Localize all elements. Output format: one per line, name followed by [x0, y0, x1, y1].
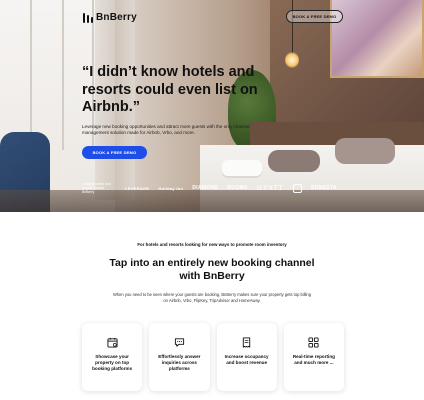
feature-card: Increase occupancy and boost revenue	[216, 323, 277, 391]
partner-logo-mark	[292, 183, 302, 193]
partner-logo: ROOMS	[227, 185, 248, 191]
feature-label: Increase occupancy and boost revenue	[224, 354, 269, 365]
feature-card: Real-time reporting and much more ...	[283, 323, 344, 391]
partner-logos: Leading hotels and resorts choose BnBerr…	[82, 180, 344, 196]
section-eyebrow: For hotels and resorts looking for new w…	[137, 242, 287, 247]
bnberry-logo-icon	[82, 12, 93, 23]
feature-label: Real-time reporting and much more ...	[292, 354, 335, 365]
brand-name: BnBerry	[96, 12, 137, 23]
partner-logo: LEVERAGE	[125, 185, 150, 191]
brand-logo[interactable]: BnBerry	[82, 12, 137, 23]
feature-cards: Showcase your property on top booking pl…	[82, 323, 344, 391]
hero-book-demo-button[interactable]: BOOK A FREE DEMO	[82, 146, 147, 159]
partner-logo: SONESTA	[310, 185, 337, 191]
partner-logo: HYATT	[256, 184, 284, 192]
feature-card: Showcase your property on top booking pl…	[82, 323, 143, 391]
calendar-icon	[107, 337, 118, 348]
hero-headline: “I didn’t know hotels and resorts could …	[82, 64, 258, 115]
grid-icon	[308, 337, 319, 348]
invoice-icon	[242, 337, 251, 348]
partner-logos-lead: Leading hotels and resorts choose BnBerr…	[82, 182, 111, 194]
partner-logo: Holiday Inn	[158, 185, 184, 191]
hero-subtext: Leverage new booking opportunities and a…	[82, 124, 250, 136]
section-title: Tap into an entirely new booking channel…	[109, 257, 315, 282]
section-text: When you need to be seen where your gues…	[113, 292, 311, 303]
header-book-demo-button[interactable]: BOOK A FREE DEMO	[286, 10, 343, 23]
feature-card: Effortlessly answer inquiries across pla…	[149, 323, 210, 391]
partner-logo: DIAMOND	[192, 185, 219, 191]
chat-bubble-icon	[174, 338, 184, 347]
feature-label: Showcase your property on top booking pl…	[92, 354, 133, 371]
feature-label: Effortlessly answer inquiries across pla…	[158, 354, 201, 371]
